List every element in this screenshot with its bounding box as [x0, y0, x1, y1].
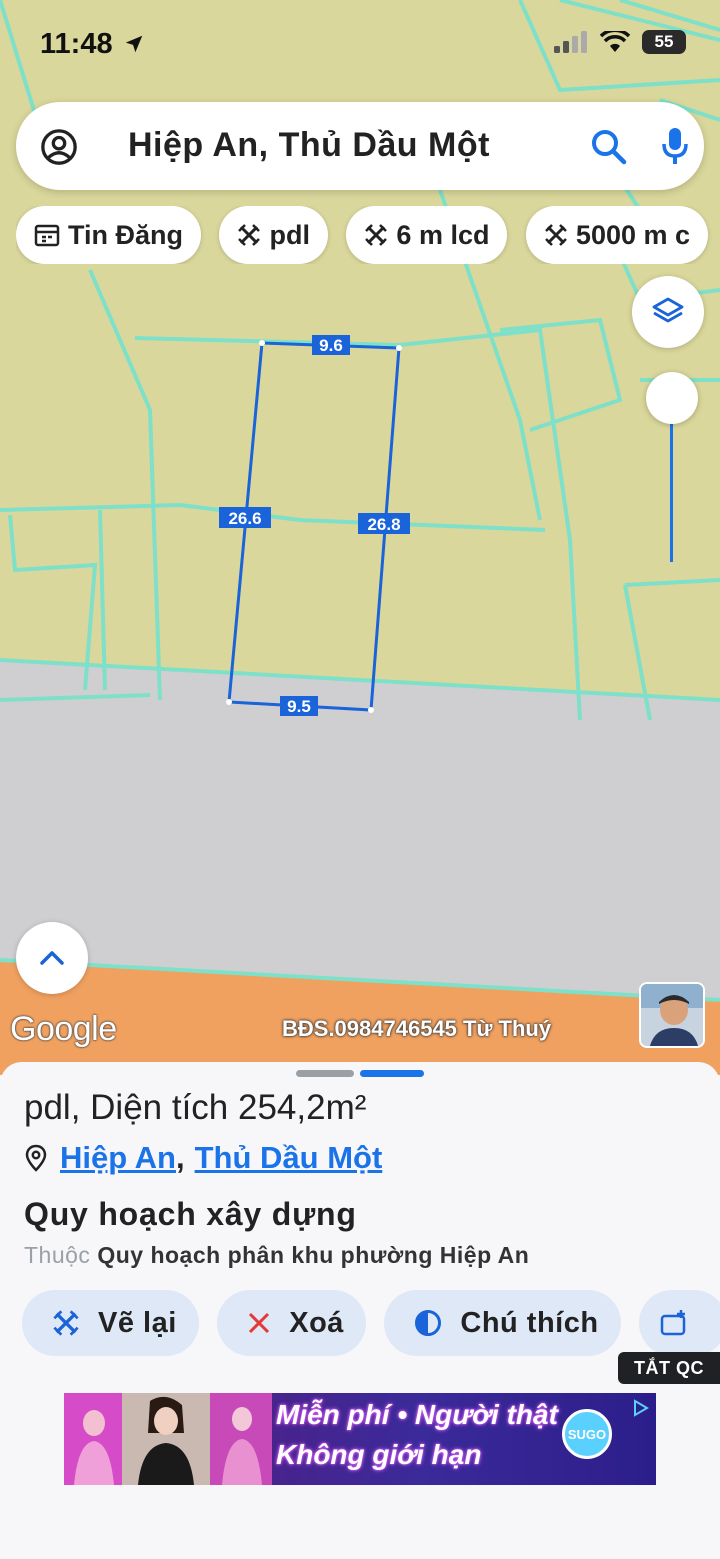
- measure-icon: [53, 1310, 79, 1336]
- ad-photo-1: [64, 1393, 124, 1485]
- account-icon[interactable]: [40, 128, 78, 166]
- close-icon: [249, 1312, 270, 1334]
- search-icon[interactable]: [590, 128, 628, 166]
- ad-photo-2: [122, 1393, 210, 1485]
- sheet-handle-active[interactable]: [360, 1070, 424, 1077]
- layers-button[interactable]: [632, 276, 704, 348]
- legend-button[interactable]: Chú thích: [384, 1290, 621, 1356]
- cellular-signal-icon: [554, 31, 587, 53]
- action-buttons: Vẽ lại Xoá Chú thích: [22, 1290, 720, 1358]
- zoom-slider-track[interactable]: [670, 400, 673, 562]
- redraw-button[interactable]: Vẽ lại: [22, 1290, 199, 1356]
- ward-link[interactable]: Hiệp An: [60, 1140, 176, 1176]
- search-bar[interactable]: Hiệp An, Thủ Dầu Một: [16, 102, 704, 190]
- section-subtitle: Thuộc Quy hoạch phân khu phường Hiệp An: [24, 1242, 529, 1269]
- expand-button[interactable]: [16, 922, 88, 994]
- ad-photo-3: [210, 1393, 272, 1485]
- filter-chips: Tin Đăng pdl 6 m lcd 5000 m c: [16, 206, 720, 264]
- location-row: Hiệp An , Thủ Dầu Một: [24, 1140, 382, 1176]
- chip-tin-dang[interactable]: Tin Đăng: [16, 206, 202, 264]
- measure-icon: [545, 224, 567, 246]
- measure-label-right: 26.8: [358, 513, 410, 534]
- contrast-icon: [415, 1310, 442, 1336]
- measure-label-bottom: 9.5: [280, 696, 318, 716]
- svg-text:26.6: 26.6: [228, 509, 261, 528]
- section-prefix: Thuộc: [24, 1242, 91, 1268]
- svg-text:9.6: 9.6: [319, 336, 343, 355]
- place-bottom-sheet[interactable]: pdl, Diện tích 254,2m² Hiệp An , Thủ Dầu…: [0, 1062, 720, 1559]
- delete-button[interactable]: Xoá: [217, 1290, 366, 1356]
- search-input[interactable]: Hiệp An, Thủ Dầu Một: [128, 126, 490, 165]
- location-arrow-icon: [125, 35, 142, 53]
- measure-label-left: 26.6: [219, 507, 271, 528]
- watermark-text: BĐS.0984746545 Từ Thuý: [282, 1016, 552, 1041]
- ad-subheadline: Không giới hạn: [276, 1439, 482, 1470]
- wifi-icon: [600, 31, 630, 52]
- layers-icon: [652, 297, 684, 323]
- map-view[interactable]: 9.6 26.6 26.8 9.5 11:48 55 Hiệp An, Thủ …: [0, 0, 720, 1075]
- close-ad-button[interactable]: TẮT QC: [618, 1352, 720, 1384]
- section-title: Quy hoạch xây dựng: [24, 1196, 357, 1232]
- add-photo-button[interactable]: [639, 1290, 720, 1356]
- chip-pdl[interactable]: pdl: [219, 206, 328, 264]
- location-pin-icon: [25, 1144, 47, 1172]
- user-photo[interactable]: [639, 982, 705, 1048]
- city-link[interactable]: Thủ Dầu Một: [195, 1140, 383, 1176]
- status-time: 11:48: [40, 28, 145, 61]
- calendar-icon: [34, 224, 60, 247]
- ad-choices-icon[interactable]: [632, 1399, 650, 1417]
- sheet-handle[interactable]: [296, 1070, 354, 1077]
- measure-icon: [365, 224, 388, 246]
- zoom-slider-knob[interactable]: [646, 372, 698, 424]
- section-value: Quy hoạch phân khu phường Hiệp An: [97, 1242, 530, 1268]
- chip-6m-lcd[interactable]: 6 m lcd: [346, 206, 508, 264]
- ad-brand-logo: SUGO: [562, 1409, 612, 1459]
- place-title: pdl, Diện tích 254,2m²: [24, 1088, 367, 1127]
- ad-banner[interactable]: Miễn phí • Người thật Không giới hạn SUG…: [64, 1393, 656, 1485]
- measure-label-top: 9.6: [312, 335, 350, 355]
- svg-text:26.8: 26.8: [367, 515, 400, 534]
- svg-text:9.5: 9.5: [287, 697, 311, 716]
- status-bar: 11:48 55: [0, 0, 720, 92]
- measure-icon: [238, 224, 261, 246]
- chip-5000m[interactable]: 5000 m c: [525, 206, 709, 264]
- person-photo-icon: [641, 984, 703, 1046]
- add-photo-icon: [660, 1310, 686, 1336]
- ad-headline: Miễn phí • Người thật: [276, 1399, 558, 1430]
- chevron-up-icon: [40, 951, 64, 965]
- microphone-icon[interactable]: [660, 126, 690, 166]
- battery-indicator: 55: [642, 30, 686, 54]
- location-separator: ,: [175, 1140, 185, 1175]
- google-logo: Google: [10, 1010, 117, 1048]
